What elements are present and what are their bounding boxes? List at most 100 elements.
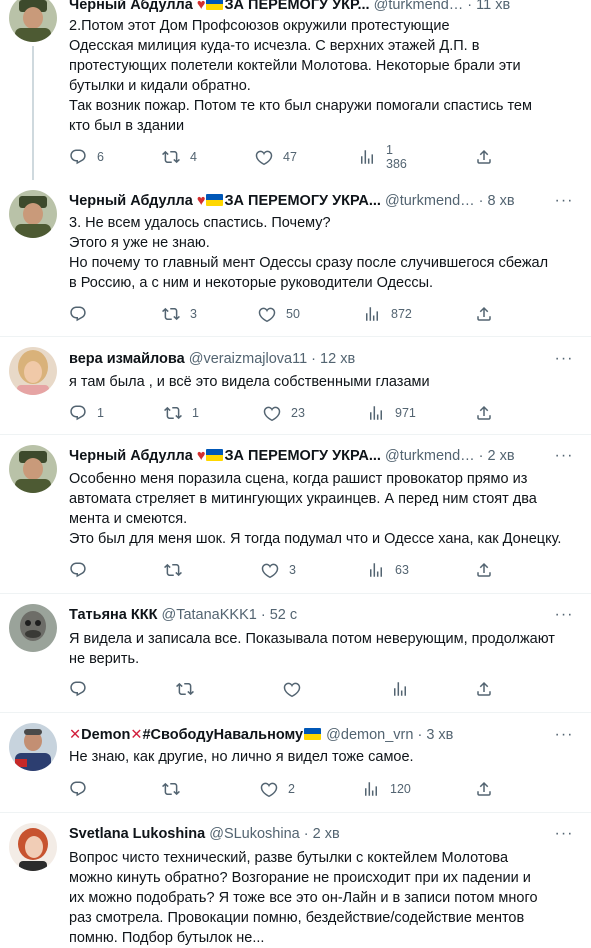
author-name[interactable]: Татьяна ККК <box>69 607 157 623</box>
views-button[interactable] <box>391 680 429 698</box>
views-button[interactable]: 120 <box>362 780 411 798</box>
retweet-count: 4 <box>190 150 197 164</box>
timestamp[interactable]: 52 с <box>270 607 297 623</box>
tweet-5[interactable]: Татьяна ККК @TatanaKKK1 · 52 с ··· Я вид… <box>0 594 591 713</box>
ukraine-flag-icon <box>304 728 322 740</box>
separator-dot: · <box>478 448 484 464</box>
view-count: 120 <box>390 782 411 796</box>
share-icon <box>475 780 493 798</box>
tweet-1[interactable]: Черный Абдулла ♥ ЗА ПЕРЕМОГУ УКР... @turk… <box>0 0 591 180</box>
retweet-button[interactable] <box>162 780 200 798</box>
share-icon <box>475 561 493 579</box>
tweet-7[interactable]: Svetlana Lukoshina @SLukoshina · 2 хв ··… <box>0 813 591 946</box>
like-button[interactable]: 50 <box>258 305 300 323</box>
text-line: 3. Не всем удалось спастись. Почему? <box>69 215 331 231</box>
like-button[interactable]: 2 <box>260 780 298 798</box>
timestamp[interactable]: 2 хв <box>313 826 340 842</box>
timestamp[interactable]: 12 хв <box>320 351 355 367</box>
ukraine-flag-icon <box>206 194 224 206</box>
tweet-header: Черный Абдулла ♥ ЗА ПЕРЕМОГУ УКР... @turk… <box>69 0 551 15</box>
more-icon[interactable]: ··· <box>553 448 575 464</box>
retweet-button[interactable] <box>176 680 214 698</box>
author-name-suffix[interactable]: ЗА ПЕРЕМОГУ УКР... <box>224 0 369 13</box>
author-name-prefix[interactable]: Demon <box>81 727 130 743</box>
reply-button[interactable] <box>69 305 107 323</box>
more-icon[interactable]: ··· <box>553 351 575 367</box>
tweet-4[interactable]: Черный Абдулла ♥ ЗА ПЕРЕМОГУ УКРА... @tur… <box>0 435 591 594</box>
like-button[interactable]: 23 <box>263 404 305 422</box>
avatar[interactable] <box>9 823 57 871</box>
avatar[interactable] <box>9 347 57 395</box>
author-name[interactable]: Черный Абдулла <box>69 0 193 13</box>
view-count: 63 <box>395 563 409 577</box>
heart-icon <box>283 680 301 698</box>
author-handle[interactable]: @turkmend… <box>374 0 464 13</box>
retweet-button[interactable]: 4 <box>162 148 200 166</box>
share-button[interactable] <box>475 780 493 798</box>
author-name-suffix[interactable]: ЗА ПЕРЕМОГУ УКРА... <box>224 448 380 464</box>
avatar[interactable] <box>9 445 57 493</box>
reply-icon <box>69 404 87 422</box>
reply-button[interactable] <box>69 561 107 579</box>
timestamp[interactable]: 3 хв <box>426 727 453 743</box>
author-name[interactable]: Черный Абдулла <box>69 448 193 464</box>
heart-icon <box>258 305 276 323</box>
like-count: 47 <box>283 150 297 164</box>
share-button[interactable] <box>475 680 493 698</box>
reply-button[interactable]: 6 <box>69 148 107 166</box>
author-handle[interactable]: @demon_vrn <box>326 727 413 743</box>
separator-dot: · <box>260 607 266 623</box>
text-line: Так возник пожар. Потом те кто был снару… <box>69 98 532 114</box>
share-button[interactable] <box>475 561 493 579</box>
author-name[interactable]: #СвободуНавальному <box>142 727 303 743</box>
like-button[interactable] <box>283 680 321 698</box>
avatar[interactable] <box>9 723 57 771</box>
more-icon[interactable]: ··· <box>553 826 575 842</box>
retweet-button[interactable]: 1 <box>164 404 202 422</box>
view-count: 1 386 <box>386 143 407 171</box>
author-name[interactable]: Svetlana Lukoshina <box>69 826 205 842</box>
more-icon[interactable]: ··· <box>553 727 575 743</box>
tweet-header: Черный Абдулла ♥ ЗА ПЕРЕМОГУ УКРА... @tur… <box>69 191 551 211</box>
share-icon <box>475 305 493 323</box>
views-button[interactable]: 971 <box>367 404 416 422</box>
reply-button[interactable] <box>69 780 107 798</box>
author-name[interactable]: вера измайлова <box>69 351 185 367</box>
share-button[interactable] <box>475 404 493 422</box>
author-handle[interactable]: @turkmend… <box>385 193 475 209</box>
tweet-2[interactable]: Черный Абдулла ♥ ЗА ПЕРЕМОГУ УКРА... @tur… <box>0 180 591 337</box>
author-handle[interactable]: @SLukoshina <box>209 826 300 842</box>
tweet-6[interactable]: ✕Demon✕#СвободуНавальному @demon_vrn · 3… <box>0 713 591 813</box>
timestamp[interactable]: 2 хв <box>488 448 515 464</box>
retweet-button[interactable] <box>164 561 202 579</box>
author-handle[interactable]: @turkmend… <box>385 448 475 464</box>
more-icon[interactable]: ··· <box>553 607 575 623</box>
avatar[interactable] <box>9 0 57 42</box>
avatar[interactable] <box>9 190 57 238</box>
more-icon[interactable]: ··· <box>553 193 575 209</box>
timestamp[interactable]: 8 хв <box>488 193 515 209</box>
tweet-3[interactable]: вера измайлова @veraizmajlova11 · 12 хв … <box>0 337 591 435</box>
heart-icon <box>255 148 273 166</box>
like-count: 23 <box>291 406 305 420</box>
author-name-suffix[interactable]: ЗА ПЕРЕМОГУ УКРА... <box>224 193 380 209</box>
author-handle[interactable]: @veraizmajlova11 <box>189 351 307 367</box>
reply-button[interactable] <box>69 680 107 698</box>
share-button[interactable] <box>475 148 493 166</box>
views-button[interactable]: 63 <box>367 561 409 579</box>
author-name[interactable]: Черный Абдулла <box>69 193 193 209</box>
retweet-button[interactable]: 3 <box>162 305 200 323</box>
like-button[interactable]: 47 <box>255 148 297 166</box>
author-handle[interactable]: @TatanaKKK1 <box>161 607 256 623</box>
like-button[interactable]: 3 <box>261 561 299 579</box>
text-line: Вопрос чисто технический, разве бутылки … <box>69 850 509 866</box>
retweet-count: 1 <box>192 406 199 420</box>
timestamp[interactable]: 11 хв <box>476 0 510 13</box>
views-button[interactable]: 872 <box>363 305 412 323</box>
share-button[interactable] <box>475 305 493 323</box>
reply-button[interactable]: 1 <box>69 404 107 422</box>
tweet-text: Не знаю, как другие, но лично я видел то… <box>69 747 577 767</box>
avatar[interactable] <box>9 604 57 652</box>
separator-dot: · <box>303 826 309 842</box>
views-button[interactable]: 1 386 <box>358 143 407 171</box>
